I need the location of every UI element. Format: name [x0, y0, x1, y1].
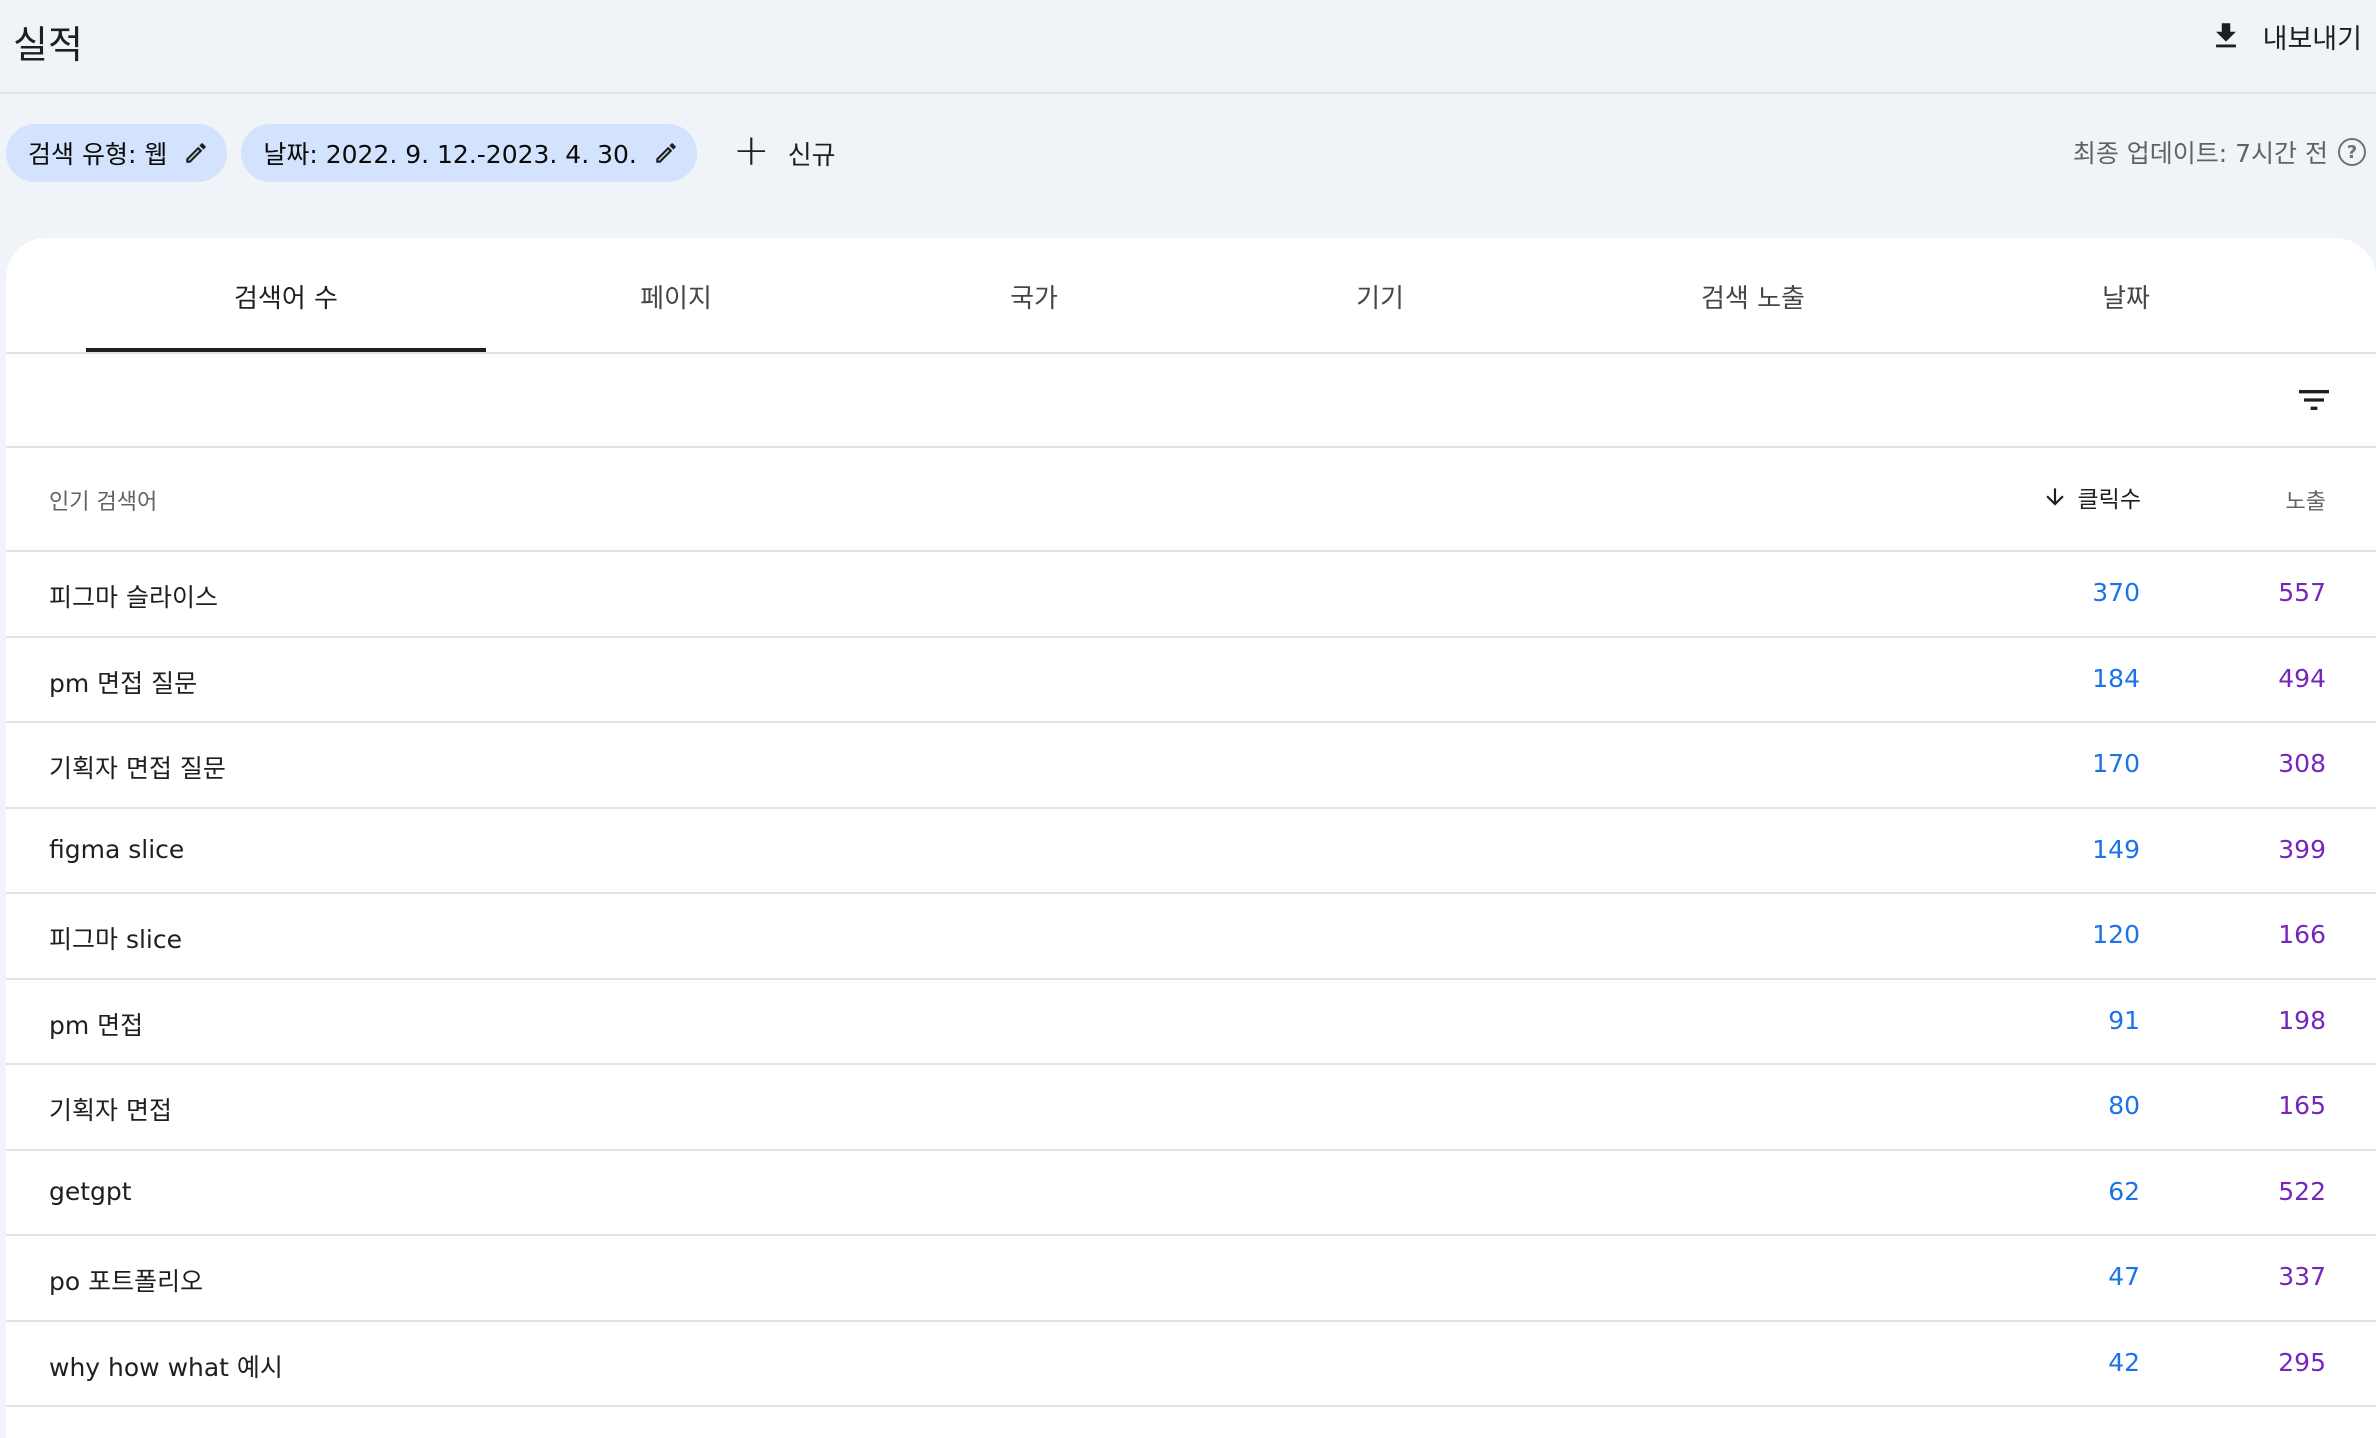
table-body: 피그마 슬라이스 370 557 pm 면접 질문 184 494 기획자 면접… — [6, 552, 2376, 1407]
row-impressions: 399 — [2278, 834, 2326, 864]
row-clicks: 62 — [2108, 1176, 2140, 1206]
report-card: 검색어 수 페이지 국가 기기 검색 노출 날짜 인기 검색어 클릭수 노출 피… — [6, 238, 2376, 1438]
search-type-chip[interactable]: 검색 유형: 웹 — [6, 124, 228, 182]
row-clicks: 80 — [2108, 1091, 2140, 1120]
arrow-down-icon — [2045, 488, 2064, 506]
row-query: pm 면접 — [49, 1010, 144, 1040]
page-header: 실적 내보내기 — [0, 0, 2376, 94]
tab-devices[interactable]: 기기 — [1180, 238, 1580, 354]
page-title: 실적 — [13, 23, 83, 67]
table-row[interactable]: pm 면접 질문 184 494 — [6, 638, 2376, 723]
filter-bar: 검색 유형: 웹 날짜: 2022. 9. 12.-2023. 4. 30. +… — [6, 124, 836, 182]
table-header: 인기 검색어 클릭수 노출 — [6, 448, 2376, 552]
row-query: 기획자 면접 — [49, 1096, 172, 1125]
clicks-header-label: 클릭수 — [2077, 487, 2141, 513]
row-query: po 포트폴리오 — [49, 1267, 204, 1296]
export-label: 내보내기 — [2262, 23, 2362, 55]
row-query: 기획자 면접 질문 — [49, 754, 226, 783]
table-row[interactable]: pm 면접 91 198 — [6, 980, 2376, 1065]
add-filter-button[interactable]: + 신규 — [733, 124, 836, 182]
last-updated: 최종 업데이트: 7시간 전 ? — [2073, 134, 2366, 170]
download-icon — [2215, 23, 2236, 48]
tab-search-appearance[interactable]: 검색 노출 — [1553, 238, 1953, 354]
row-clicks: 149 — [2092, 834, 2140, 864]
row-impressions: 295 — [2278, 1347, 2326, 1377]
date-range-chip[interactable]: 날짜: 2022. 9. 12.-2023. 4. 30. — [241, 124, 697, 182]
row-query: 피그마 slice — [49, 925, 182, 954]
tab-dates[interactable]: 날짜 — [1926, 238, 2326, 354]
last-updated-text: 최종 업데이트: 7시간 전 — [2072, 139, 2328, 168]
row-clicks: 370 — [2092, 578, 2140, 607]
table-row[interactable]: why how what 예시 42 295 — [6, 1322, 2376, 1407]
row-clicks: 120 — [2092, 920, 2140, 949]
add-filter-label: 신규 — [787, 140, 836, 171]
column-header-impressions[interactable]: 노출 — [2286, 484, 2326, 516]
search-type-label: 검색 유형: 웹 — [28, 140, 168, 169]
filter-icon[interactable] — [2294, 380, 2334, 420]
edit-icon — [186, 143, 207, 163]
row-impressions: 494 — [2278, 663, 2326, 693]
row-impressions: 166 — [2278, 920, 2326, 949]
row-clicks: 170 — [2092, 749, 2140, 778]
column-header-query: 인기 검색어 — [49, 490, 158, 515]
row-impressions: 308 — [2278, 749, 2326, 778]
row-clicks: 91 — [2108, 1005, 2140, 1035]
column-header-clicks[interactable]: 클릭수 — [2042, 480, 2141, 514]
row-impressions: 337 — [2278, 1262, 2326, 1291]
row-clicks: 47 — [2108, 1262, 2140, 1291]
table-row[interactable]: po 포트폴리오 47 337 — [6, 1236, 2376, 1322]
table-row[interactable]: figma slice 149 399 — [6, 809, 2376, 894]
tab-queries[interactable]: 검색어 수 — [86, 238, 486, 354]
edit-icon — [656, 143, 676, 163]
row-impressions: 557 — [2278, 578, 2326, 607]
active-tab-indicator — [86, 348, 486, 352]
help-icon[interactable]: ? — [2338, 138, 2366, 166]
row-query: figma slice — [49, 834, 185, 864]
table-row[interactable]: 기획자 면접 질문 170 308 — [6, 723, 2376, 809]
row-query: getgpt — [49, 1176, 132, 1206]
table-row[interactable]: getgpt 62 522 — [6, 1151, 2376, 1236]
date-range-label: 날짜: 2022. 9. 12.-2023. 4. 30. — [263, 140, 637, 169]
row-query: why how what 예시 — [49, 1352, 283, 1382]
export-button[interactable]: 내보내기 — [2209, 14, 2362, 58]
row-clicks: 184 — [2092, 663, 2140, 693]
row-query: 피그마 슬라이스 — [49, 583, 218, 612]
row-impressions: 165 — [2278, 1091, 2326, 1120]
row-impressions: 522 — [2278, 1176, 2326, 1206]
table-toolbar — [6, 354, 2376, 448]
tab-countries[interactable]: 국가 — [834, 238, 1234, 354]
tab-pages[interactable]: 페이지 — [476, 238, 876, 354]
row-impressions: 198 — [2278, 1005, 2326, 1035]
plus-icon: + — [732, 125, 770, 176]
dimension-tabs: 검색어 수 페이지 국가 기기 검색 노출 날짜 — [6, 238, 2376, 354]
row-query: pm 면접 질문 — [49, 668, 198, 698]
table-row[interactable]: 기획자 면접 80 165 — [6, 1065, 2376, 1151]
table-row[interactable]: 피그마 슬라이스 370 557 — [6, 552, 2376, 638]
table-row[interactable]: 피그마 slice 120 166 — [6, 894, 2376, 980]
row-clicks: 42 — [2108, 1347, 2140, 1377]
